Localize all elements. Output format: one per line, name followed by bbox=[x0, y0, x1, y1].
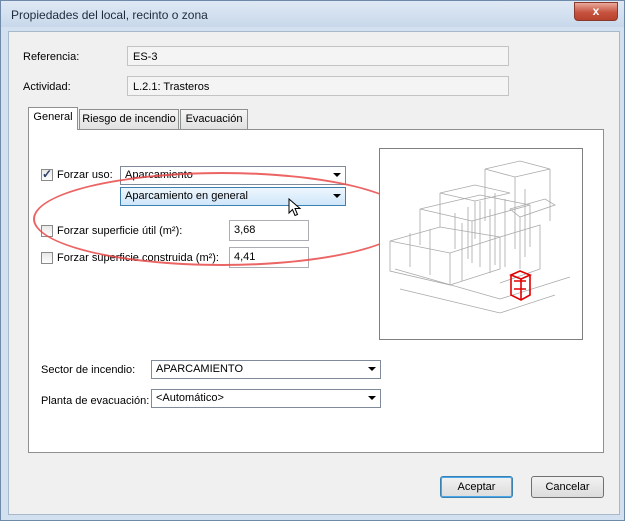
uso-detalle-select-value: Aparcamiento en general bbox=[125, 190, 248, 202]
sector-incendio-value: APARCAMIENTO bbox=[156, 363, 243, 375]
close-button[interactable]: x bbox=[574, 2, 618, 21]
cancel-button[interactable]: Cancelar bbox=[531, 476, 604, 498]
referencia-label: Referencia: bbox=[23, 51, 80, 63]
superficie-util-checkbox[interactable] bbox=[41, 225, 53, 237]
superficie-util-input[interactable]: 3,68 bbox=[229, 220, 309, 241]
forzar-uso-checkbox[interactable] bbox=[41, 167, 53, 181]
tab-general[interactable]: General bbox=[28, 107, 78, 130]
superficie-construida-input[interactable]: 4,41 bbox=[229, 247, 309, 268]
referencia-field: ES-3 bbox=[127, 46, 509, 66]
mouse-cursor-icon bbox=[288, 198, 302, 217]
accept-button[interactable]: Aceptar bbox=[440, 476, 513, 498]
superficie-construida-checkbox[interactable] bbox=[41, 252, 53, 264]
forzar-uso-label: Forzar uso: bbox=[57, 169, 113, 181]
tab-evacuacion[interactable]: Evacuación bbox=[180, 109, 248, 129]
building-3d-preview bbox=[379, 148, 583, 340]
sector-incendio-select[interactable]: APARCAMIENTO bbox=[151, 360, 381, 379]
uso-select[interactable]: Aparcamiento bbox=[120, 166, 346, 185]
actividad-label: Actividad: bbox=[23, 81, 71, 93]
superficie-util-label: Forzar superficie útil (m²): bbox=[57, 225, 183, 237]
window-title: Propiedades del local, recinto o zona bbox=[11, 8, 208, 22]
chevron-down-icon bbox=[368, 367, 376, 371]
uso-select-value: Aparcamiento bbox=[125, 169, 193, 181]
tab-riesgo-incendio[interactable]: Riesgo de incendio bbox=[79, 109, 179, 129]
planta-evacuacion-label: Planta de evacuación: bbox=[41, 395, 150, 407]
planta-evacuacion-select[interactable]: <Automático> bbox=[151, 389, 381, 408]
chevron-down-icon bbox=[333, 194, 341, 198]
building-wireframe-icon bbox=[389, 160, 571, 314]
title-bar[interactable]: Propiedades del local, recinto o zona x bbox=[1, 1, 624, 27]
actividad-field: L.2.1: Trasteros bbox=[127, 76, 509, 96]
superficie-construida-label: Forzar superficie construida (m²): bbox=[57, 252, 219, 264]
sector-incendio-label: Sector de incendio: bbox=[41, 364, 136, 376]
planta-evacuacion-value: <Automático> bbox=[156, 392, 224, 404]
uso-detalle-select[interactable]: Aparcamiento en general bbox=[120, 187, 346, 206]
chevron-down-icon bbox=[368, 396, 376, 400]
chevron-down-icon bbox=[333, 173, 341, 177]
dialog-body: Referencia: ES-3 Actividad: L.2.1: Trast… bbox=[8, 31, 620, 515]
dialog-window: Propiedades del local, recinto o zona x … bbox=[0, 0, 625, 521]
